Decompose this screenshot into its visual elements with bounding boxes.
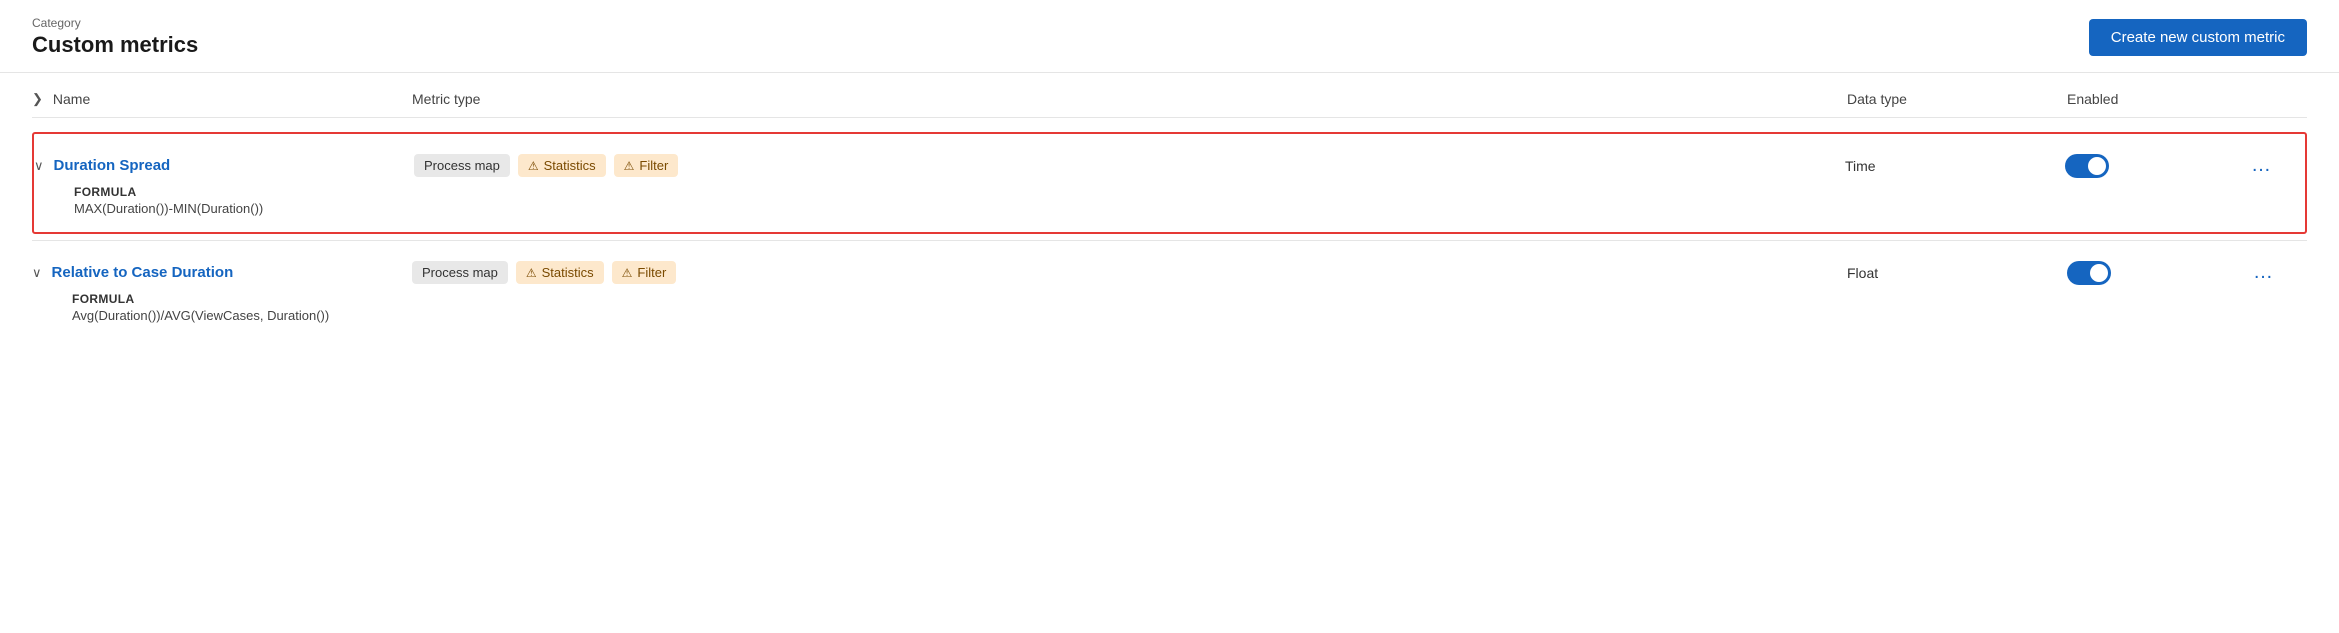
badge-label: Process map	[422, 265, 498, 280]
enabled-cell-0	[2065, 154, 2245, 178]
row-main-relative-to-case: ∨ Relative to Case Duration Process map …	[32, 241, 2307, 292]
more-actions-cell-0: …	[2245, 152, 2305, 179]
col-actions-label	[2247, 91, 2307, 107]
table-row: ∨ Duration Spread Process map ⚠ Statisti…	[32, 132, 2307, 234]
table-header-row: ❯ Name Metric type Data type Enabled	[32, 73, 2307, 118]
badge-statistics-1: ⚠ Statistics	[516, 261, 604, 284]
col-data-type-label: Data type	[1847, 91, 2067, 107]
expand-all-icon[interactable]: ❯	[32, 91, 43, 107]
formula-label-0: FORMULA	[74, 185, 2305, 199]
badge-label: Process map	[424, 158, 500, 173]
badge-filter-1: ⚠ Filter	[612, 261, 677, 284]
name-cell: ∨ Duration Spread	[34, 157, 414, 174]
category-label: Category	[32, 16, 198, 30]
header-left: Category Custom metrics	[32, 16, 198, 58]
metric-name-duration-spread[interactable]: Duration Spread	[54, 157, 171, 174]
page-title: Custom metrics	[32, 32, 198, 58]
col-metric-type-label: Metric type	[412, 91, 1847, 107]
create-custom-metric-button[interactable]: Create new custom metric	[2089, 19, 2307, 56]
metric-type-cell: Process map ⚠ Statistics ⚠ Filter	[414, 154, 1845, 177]
row-main-duration-spread: ∨ Duration Spread Process map ⚠ Statisti…	[34, 134, 2305, 185]
warning-icon: ⚠	[622, 266, 633, 280]
badge-label: Filter	[639, 158, 668, 173]
page-header: Category Custom metrics Create new custo…	[0, 0, 2339, 73]
enabled-toggle-0[interactable]	[2065, 154, 2109, 178]
metrics-table: ❯ Name Metric type Data type Enabled ∨ D…	[0, 73, 2339, 339]
row-expand-icon[interactable]: ∨	[32, 265, 42, 281]
badge-label: Filter	[637, 265, 666, 280]
badge-process-map-0: Process map	[414, 154, 510, 177]
badge-statistics-0: ⚠ Statistics	[518, 154, 606, 177]
more-actions-button-0[interactable]: …	[2245, 152, 2278, 179]
data-type-cell-0: Time	[1845, 158, 2065, 174]
row-expand-icon[interactable]: ∨	[34, 158, 44, 174]
metric-type-cell: Process map ⚠ Statistics ⚠ Filter	[412, 261, 1847, 284]
warning-icon: ⚠	[526, 266, 537, 280]
warning-icon: ⚠	[624, 159, 635, 173]
metric-name-relative-to-case[interactable]: Relative to Case Duration	[52, 264, 234, 281]
col-enabled-label: Enabled	[2067, 91, 2247, 107]
more-actions-button-1[interactable]: …	[2247, 259, 2280, 286]
badge-label: Statistics	[542, 265, 594, 280]
badge-label: Statistics	[544, 158, 596, 173]
enabled-toggle-1[interactable]	[2067, 261, 2111, 285]
formula-value-0: MAX(Duration())-MIN(Duration())	[74, 201, 2305, 216]
formula-label-1: FORMULA	[72, 292, 2307, 306]
col-name-label: Name	[53, 91, 90, 107]
warning-icon: ⚠	[528, 159, 539, 173]
table-header-name: ❯ Name	[32, 91, 412, 107]
row-sub-relative-to-case: FORMULA Avg(Duration())/AVG(ViewCases, D…	[32, 292, 2307, 339]
enabled-cell-1	[2067, 261, 2247, 285]
table-row: ∨ Relative to Case Duration Process map …	[32, 240, 2307, 339]
name-cell: ∨ Relative to Case Duration	[32, 264, 412, 281]
badge-filter-0: ⚠ Filter	[614, 154, 679, 177]
formula-value-1: Avg(Duration())/AVG(ViewCases, Duration(…	[72, 308, 2307, 323]
badge-process-map-1: Process map	[412, 261, 508, 284]
data-type-cell-1: Float	[1847, 265, 2067, 281]
more-actions-cell-1: …	[2247, 259, 2307, 286]
row-sub-duration-spread: FORMULA MAX(Duration())-MIN(Duration())	[34, 185, 2305, 232]
